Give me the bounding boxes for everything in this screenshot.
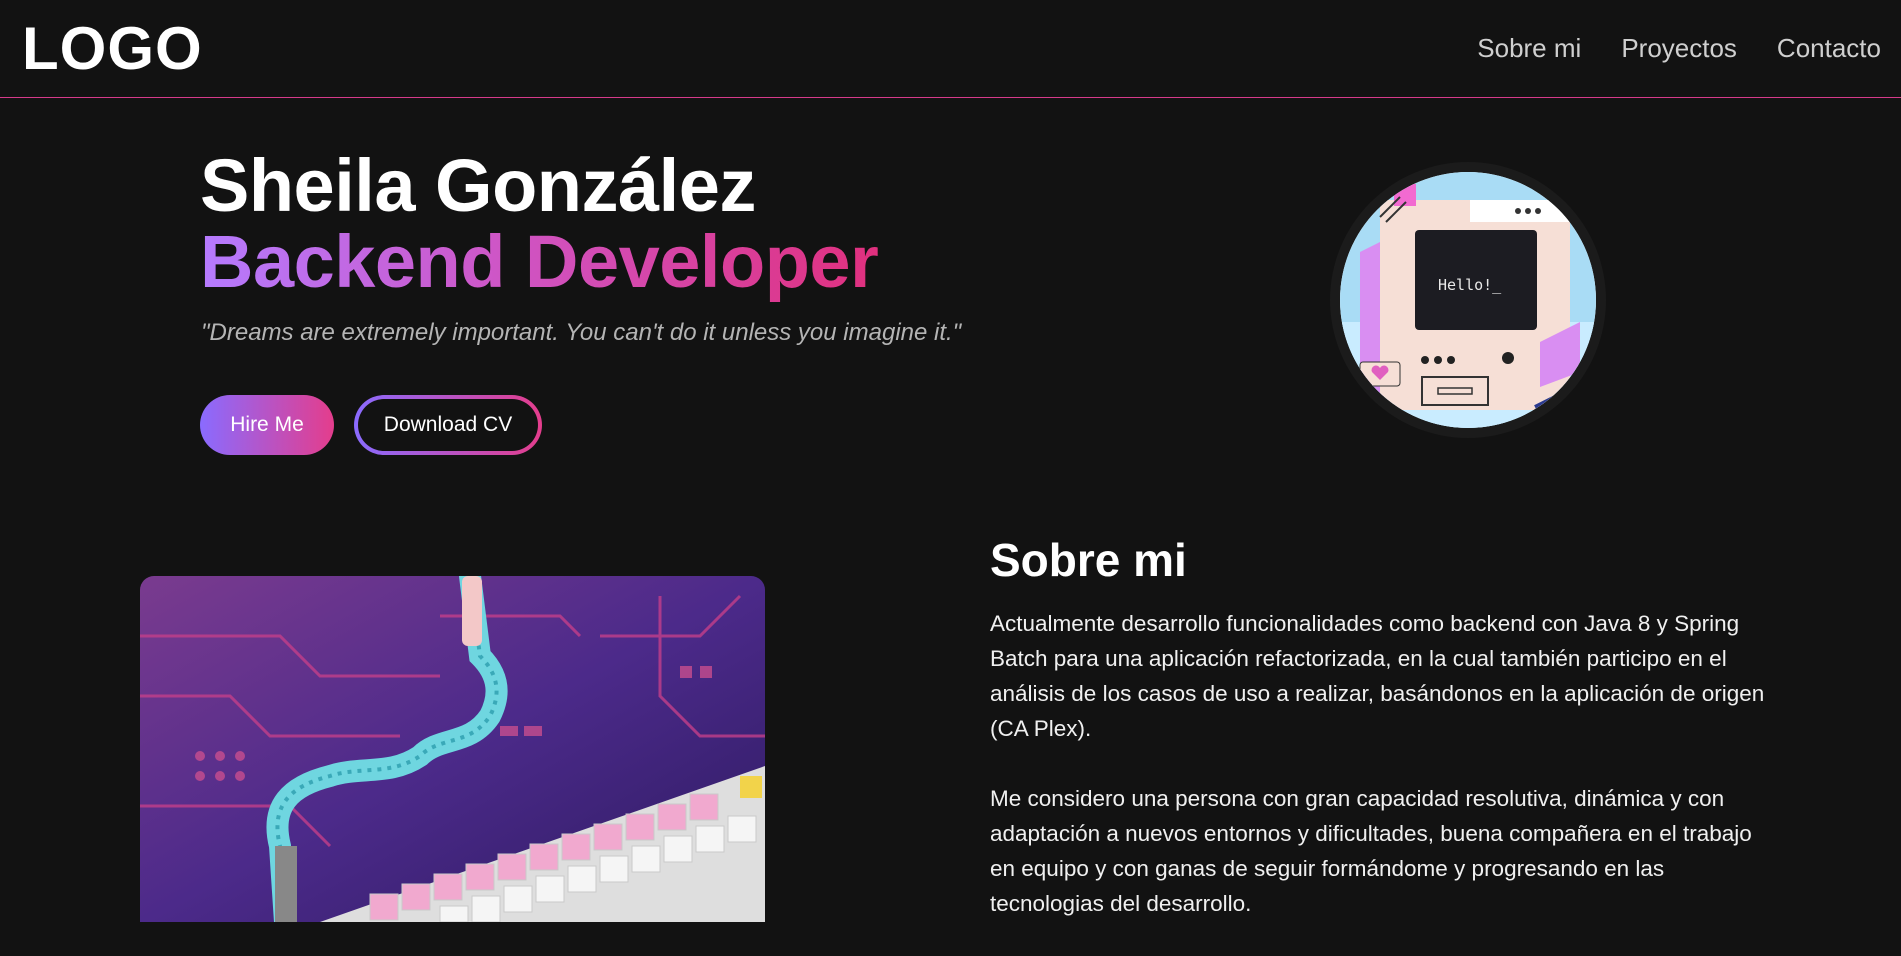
hero-quote: "Dreams are extremely important. You can…	[201, 319, 962, 346]
about-title: Sobre mi	[990, 534, 1187, 586]
download-cv-button[interactable]: Download CV	[354, 395, 542, 455]
download-cv-label: Download CV	[383, 413, 513, 436]
nav-link-contacto[interactable]: Contacto	[1777, 32, 1881, 64]
nav-links: Sobre mi Proyectos Contacto	[1477, 32, 1881, 64]
keyboard-photo	[140, 576, 765, 922]
hero-role: Backend Developer	[200, 220, 879, 303]
about-paragraph: Actualmente desarrollo funcionalidades c…	[990, 611, 1765, 741]
navbar: LOGO Sobre mi Proyectos Contacto	[0, 0, 1901, 98]
hero-name: Sheila González	[200, 144, 756, 227]
retro-computer-illustration: Hello!_	[1340, 172, 1596, 428]
about-text: Actualmente desarrollo funcionalidades c…	[990, 606, 1770, 956]
nav-link-sobre-mi[interactable]: Sobre mi	[1477, 32, 1581, 64]
avatar-screen-text: Hello!_	[1438, 276, 1502, 294]
hire-me-label: Hire Me	[230, 413, 304, 436]
avatar: Hello!_	[1340, 172, 1596, 428]
about-photo	[140, 576, 765, 922]
logo[interactable]: LOGO	[22, 16, 203, 82]
hire-me-button[interactable]: Hire Me	[200, 395, 334, 455]
nav-link-proyectos[interactable]: Proyectos	[1621, 32, 1737, 64]
about-paragraph: Me considero una persona con gran capaci…	[990, 786, 1752, 916]
